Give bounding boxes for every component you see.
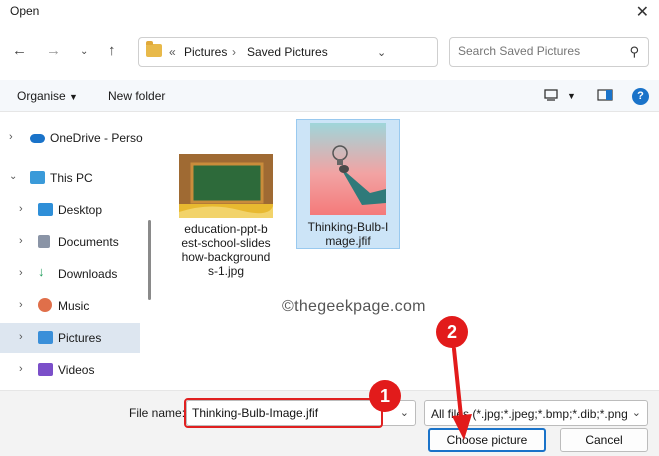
- annotation-arrow-icon: [452, 347, 472, 440]
